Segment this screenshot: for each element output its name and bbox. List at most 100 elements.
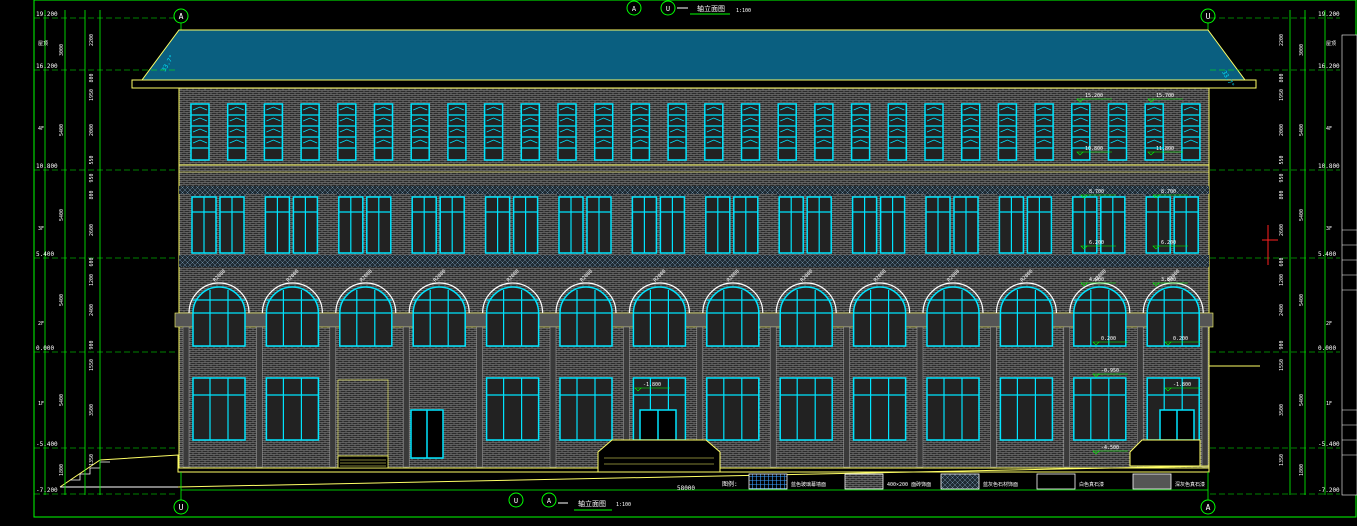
window: [559, 377, 613, 441]
dim-text: 2400: [1279, 304, 1285, 316]
floor-label: 2F: [38, 321, 44, 327]
legend-item: 深灰色真石漆: [1132, 473, 1205, 490]
dim-text: 3000: [59, 44, 65, 56]
window: [373, 103, 394, 161]
window: [1107, 103, 1128, 161]
level-marker: 19.200: [1210, 11, 1340, 19]
title-block: [1341, 34, 1357, 496]
level-marker: 19.200: [34, 11, 178, 19]
level-label: 19.200: [1318, 11, 1340, 18]
window: [410, 103, 430, 161]
window: [1181, 103, 1201, 161]
dim-text: 550: [1279, 155, 1285, 164]
svg-text:0.200: 0.200: [1101, 336, 1116, 342]
bottom-title-axis-from: A: [547, 497, 552, 505]
level-marker: -5.400: [34, 441, 178, 449]
window: [777, 103, 797, 161]
dim-text: 2200: [1279, 34, 1285, 46]
window: [960, 103, 981, 161]
legend-item: 蓝灰色石材饰面: [940, 473, 1018, 490]
level-marker: -7.200: [34, 487, 178, 495]
svg-text:-4.500: -4.500: [1101, 445, 1119, 451]
window: [300, 103, 320, 161]
dim-text: 1200: [1279, 274, 1285, 286]
legend-swatch: [748, 473, 788, 490]
title-axis-from: U: [666, 5, 670, 13]
svg-text:6.200: 6.200: [1089, 240, 1104, 246]
svg-text:-0.950: -0.950: [1101, 368, 1119, 374]
level-marker: 10.800: [1210, 163, 1340, 171]
dim-text: 900: [89, 340, 95, 349]
dim-text: 1800: [1299, 464, 1305, 476]
title-name: 轴立面图: [697, 4, 725, 13]
stone-band: [179, 186, 1209, 194]
level-label: 10.800: [36, 163, 58, 170]
floor-label: 1F: [38, 401, 44, 407]
legend-swatch: [1036, 473, 1076, 490]
floor-label: 3F: [38, 226, 44, 232]
dim-text: 1550: [1279, 359, 1285, 371]
window: [887, 103, 908, 161]
window: [704, 103, 724, 161]
window: [850, 103, 871, 161]
window: [265, 377, 320, 441]
total-width-dim: 58000: [677, 485, 695, 492]
window: [706, 377, 760, 441]
level-marker: -7.200: [1210, 487, 1340, 495]
dim-text: 1350: [89, 454, 95, 466]
dim-text: 800: [1279, 190, 1285, 199]
window: [447, 103, 467, 161]
dim-text: 800: [1279, 73, 1285, 82]
level-label: 5.400: [1318, 251, 1336, 258]
dim-text: 3500: [1279, 404, 1285, 416]
legend-swatch: [844, 473, 884, 490]
floor-label: 4F: [38, 126, 44, 132]
dim-text: 5400: [1299, 394, 1305, 406]
window: [593, 103, 614, 161]
svg-text:-1.800: -1.800: [1173, 382, 1191, 388]
window: [926, 377, 980, 441]
axis-label-bottom-left: U: [179, 503, 184, 512]
dim-text: 900: [1279, 340, 1285, 349]
window: [483, 103, 504, 161]
bottom-title: U A 轴立面图 1:100: [508, 492, 631, 511]
svg-text:10.800: 10.800: [1085, 146, 1103, 152]
entry-steps: [1129, 439, 1201, 467]
title-scale: 1:100: [736, 8, 751, 14]
svg-text:8.700: 8.700: [1161, 189, 1176, 195]
svg-text:-1.800: -1.800: [643, 382, 661, 388]
level-label: -5.400: [1318, 441, 1340, 448]
legend-item: 蓝色玻璃幕墙面: [748, 473, 826, 490]
legend-label: 白色真石漆: [1079, 481, 1104, 488]
window: [190, 103, 210, 161]
level-marker: 5.400: [1210, 251, 1340, 259]
dim-text: 550: [89, 155, 95, 164]
dim-text: 1350: [1279, 454, 1285, 466]
dim-text: 800: [89, 190, 95, 199]
dim-text: 5400: [59, 124, 65, 136]
legend-swatch: [940, 473, 980, 490]
level-label: 16.200: [36, 63, 58, 70]
legend-label: 蓝灰色石材饰面: [983, 481, 1018, 488]
svg-text:11.800: 11.800: [1156, 146, 1174, 152]
right-dimensions: [1262, 10, 1357, 496]
level-label: -5.400: [36, 441, 58, 448]
dim-text: 2000: [1279, 124, 1285, 136]
floor-label: 3F: [1326, 226, 1332, 232]
dim-text: 950: [1279, 173, 1285, 182]
svg-text:15.700: 15.700: [1156, 93, 1174, 99]
legend-label: 400×200 面砖饰面: [887, 481, 931, 488]
dim-text: 600: [1279, 257, 1285, 266]
dim-text: 1950: [89, 89, 95, 101]
floor-label: 屋顶: [38, 41, 48, 47]
window: [924, 103, 944, 161]
floor-label: 1F: [1326, 401, 1332, 407]
dim-text: 2000: [89, 124, 95, 136]
dim-text: 950: [89, 173, 95, 182]
dim-text: 800: [89, 73, 95, 82]
floor-label: 屋顶: [1326, 41, 1336, 47]
dim-text: 3500: [89, 404, 95, 416]
dim-text: 1200: [89, 274, 95, 286]
window: [520, 103, 541, 161]
dim-text: 5400: [1299, 124, 1305, 136]
